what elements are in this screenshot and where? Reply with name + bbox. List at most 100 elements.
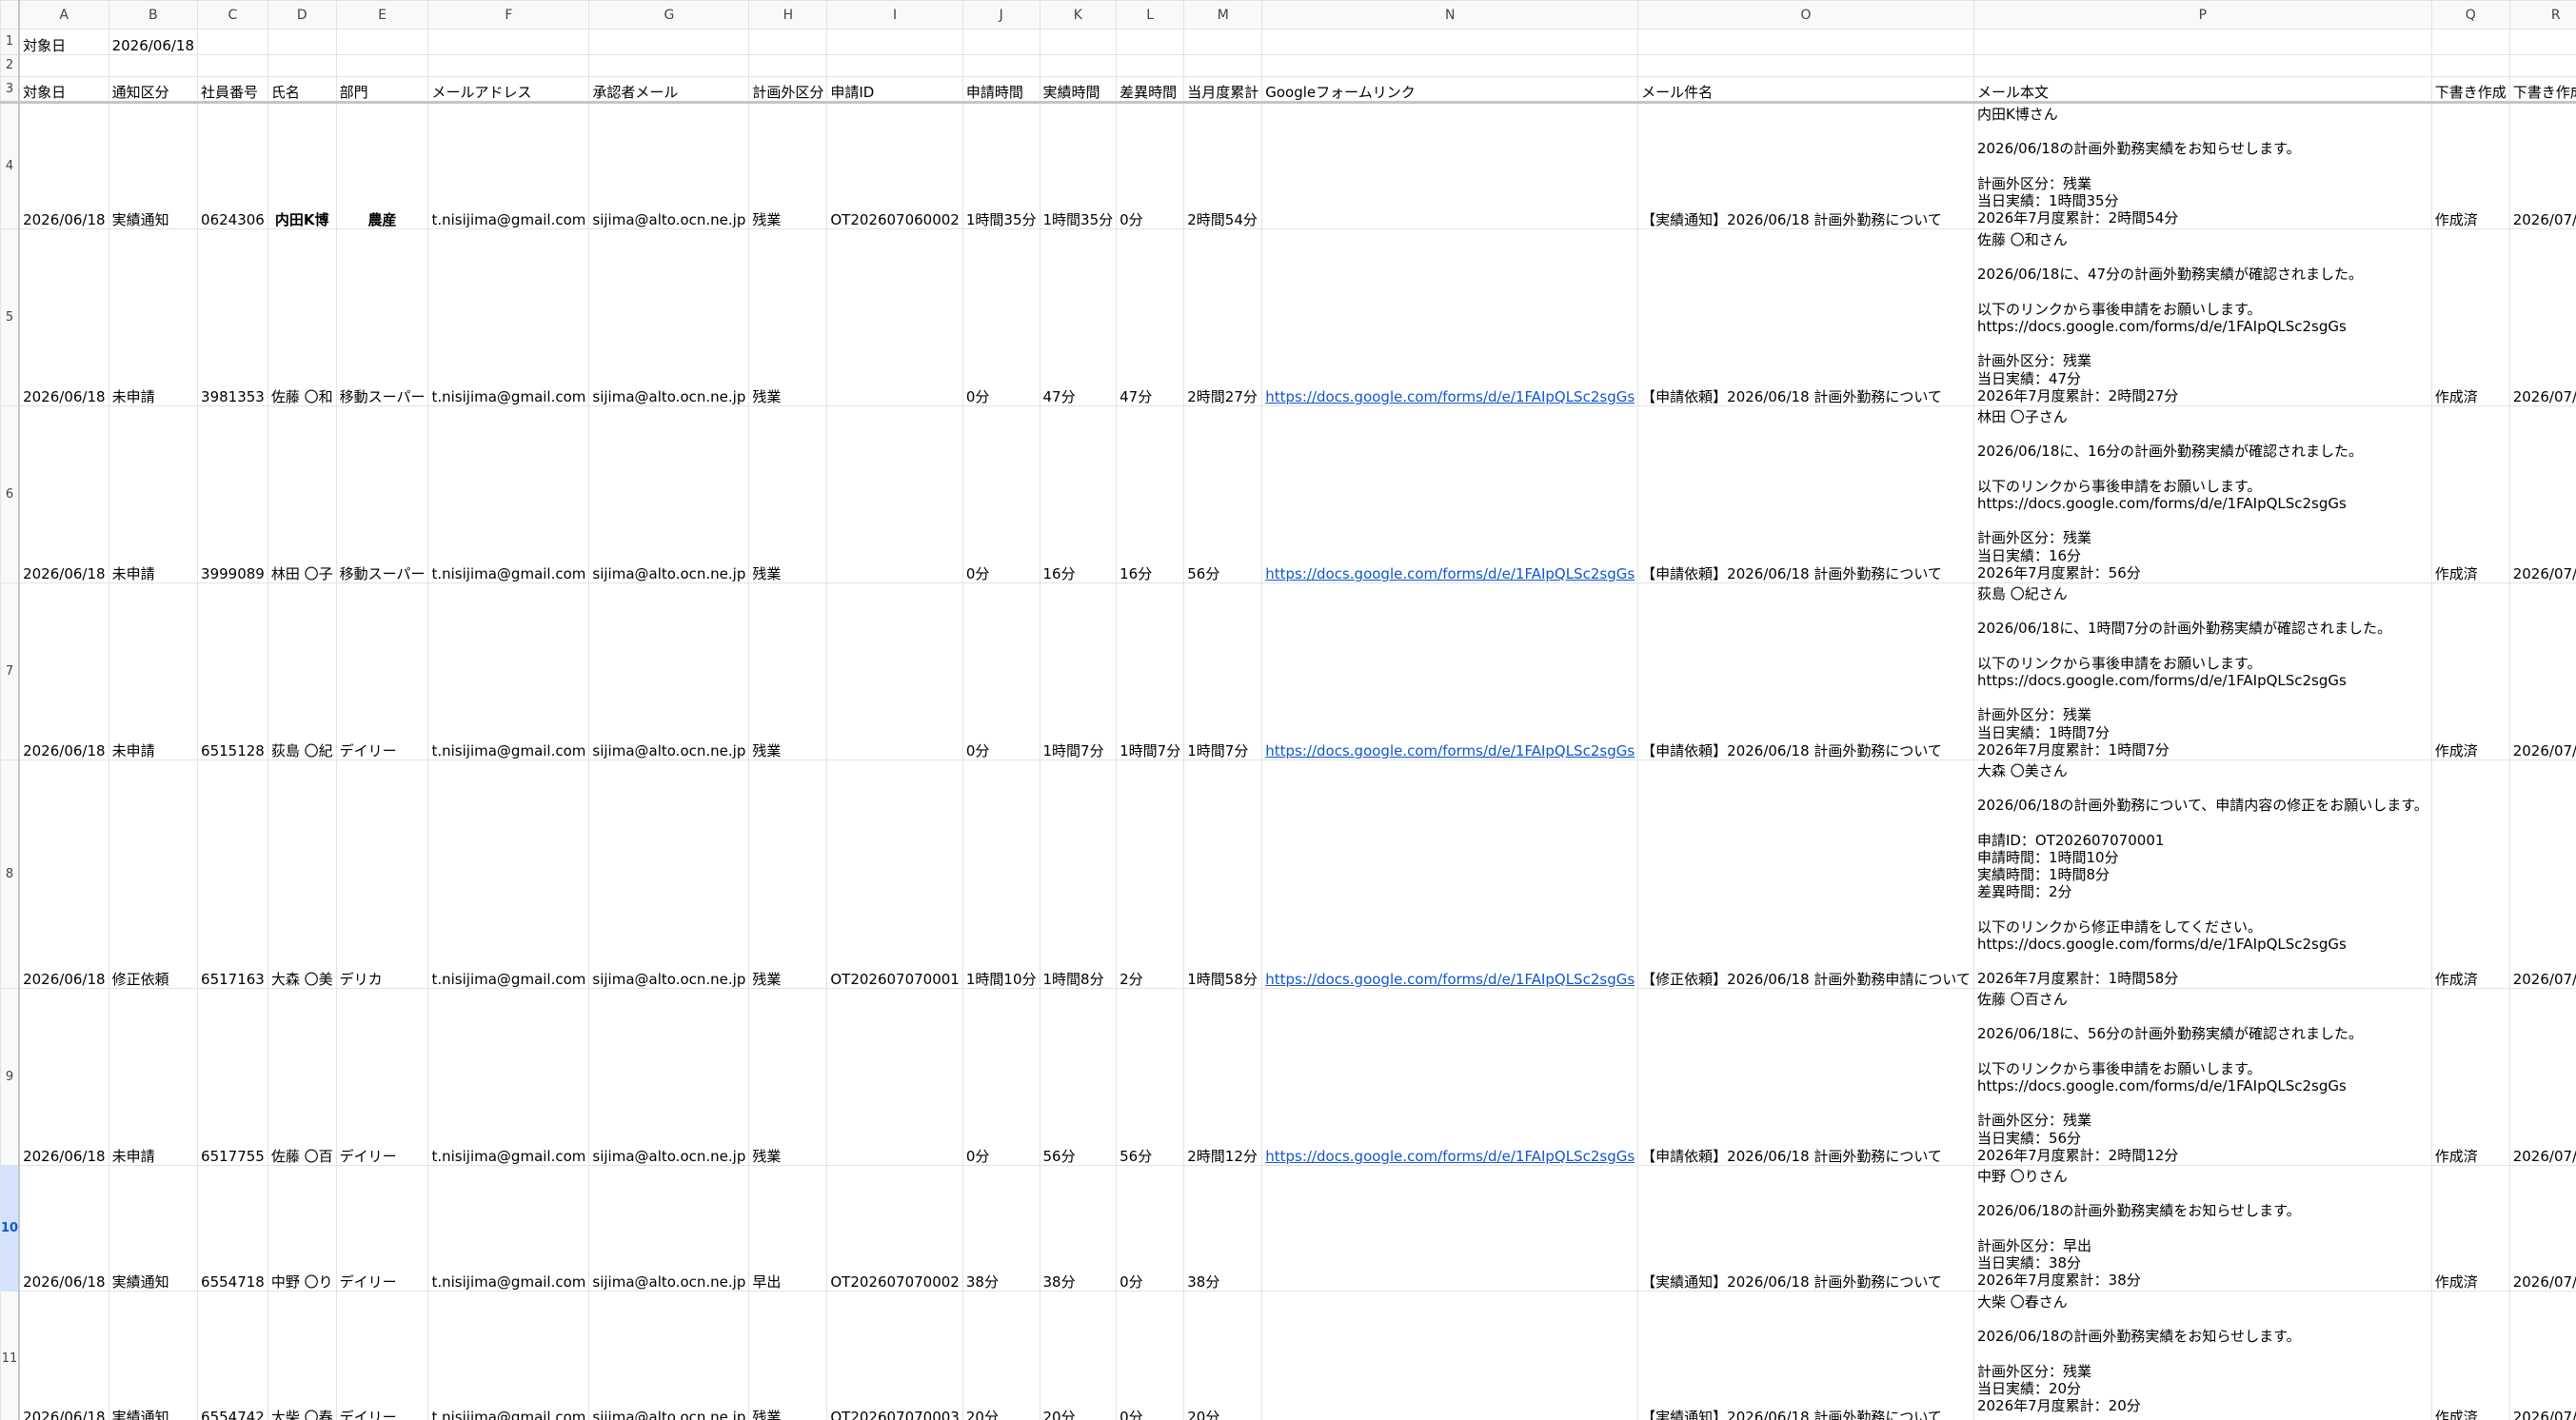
cell-c9[interactable]: 6517755 xyxy=(197,988,268,1166)
cell-b1[interactable]: 2026/06/18 xyxy=(108,29,199,55)
cell-i4[interactable]: OT202607060002 xyxy=(826,102,963,229)
cell-g6[interactable]: sijima@alto.ocn.ne.jp xyxy=(588,405,750,583)
cell-b10[interactable]: 実績通知 xyxy=(108,1165,199,1292)
cell-n7[interactable]: https://docs.google.com/forms/d/e/1FAIpQ… xyxy=(1261,582,1639,760)
cell-p8[interactable]: 大森 〇美さん 2026/06/18の計画外勤務について、申請内容の修正をお願い… xyxy=(1972,759,2432,989)
row-header-10[interactable]: 10 xyxy=(0,1165,21,1292)
cell-l11[interactable]: 0分 xyxy=(1116,1291,1185,1420)
column-header-p[interactable]: P xyxy=(1972,0,2432,30)
cell-n4[interactable] xyxy=(1261,102,1639,229)
cell-o8[interactable]: 【修正依頼】2026/06/18 計画外勤務申請について xyxy=(1637,759,1974,989)
column-header-g[interactable]: G xyxy=(588,0,750,30)
cell-j5[interactable]: 0分 xyxy=(961,228,1040,406)
empty-cell[interactable] xyxy=(588,29,750,55)
empty-cell[interactable] xyxy=(826,54,963,77)
cell-e7[interactable]: デイリー xyxy=(335,582,429,760)
cell-f8[interactable]: t.nisijima@gmail.com xyxy=(427,759,590,989)
cell-h10[interactable]: 早出 xyxy=(748,1165,828,1292)
cell-d10[interactable]: 中野 〇り xyxy=(267,1165,337,1292)
cell-i9[interactable] xyxy=(826,988,963,1166)
cell-p11[interactable]: 大柴 〇春さん 2026/06/18の計画外勤務実績をお知らせします。 計画外区… xyxy=(1972,1291,2432,1420)
empty-cell[interactable] xyxy=(1972,29,2432,55)
cell-r6[interactable]: 2026/07/08 xyxy=(2508,405,2576,583)
cell-o9[interactable]: 【申請依頼】2026/06/18 計画外勤務について xyxy=(1637,988,1974,1166)
cell-g4[interactable]: sijima@alto.ocn.ne.jp xyxy=(588,102,750,229)
cell-r7[interactable]: 2026/07/08 xyxy=(2508,582,2576,760)
empty-cell[interactable] xyxy=(2508,29,2576,55)
cell-h11[interactable]: 残業 xyxy=(748,1291,828,1420)
cell-e6[interactable]: 移動スーパー xyxy=(335,405,429,583)
cell-r9[interactable]: 2026/07/08 xyxy=(2508,988,2576,1166)
row-header-3[interactable]: 3 xyxy=(0,76,21,104)
header-cell-h[interactable]: 計画外区分 xyxy=(748,76,828,104)
column-header-a[interactable]: A xyxy=(18,0,109,30)
column-header-e[interactable]: E xyxy=(335,0,429,30)
cell-a11[interactable]: 2026/06/18 xyxy=(18,1291,109,1420)
empty-cell[interactable] xyxy=(267,29,337,55)
cell-a1[interactable]: 対象日 xyxy=(18,29,109,55)
empty-cell[interactable] xyxy=(1261,29,1639,55)
cell-c4[interactable]: 0624306 xyxy=(197,102,268,229)
empty-cell[interactable] xyxy=(1116,54,1185,77)
cell-a4[interactable]: 2026/06/18 xyxy=(18,102,109,229)
header-cell-b[interactable]: 通知区分 xyxy=(108,76,199,104)
cell-m7[interactable]: 1時間7分 xyxy=(1183,582,1263,760)
google-form-link[interactable]: https://docs.google.com/forms/d/e/1FAIpQ… xyxy=(1265,388,1635,405)
cell-m4[interactable]: 2時間54分 xyxy=(1183,102,1263,229)
empty-cell[interactable] xyxy=(1261,54,1639,77)
cell-c11[interactable]: 6554742 xyxy=(197,1291,268,1420)
header-cell-a[interactable]: 対象日 xyxy=(18,76,109,104)
cell-j6[interactable]: 0分 xyxy=(961,405,1040,583)
cell-a10[interactable]: 2026/06/18 xyxy=(18,1165,109,1292)
cell-q6[interactable]: 作成済 xyxy=(2430,405,2510,583)
cell-a8[interactable]: 2026/06/18 xyxy=(18,759,109,989)
empty-cell[interactable] xyxy=(108,54,199,77)
cell-o6[interactable]: 【申請依頼】2026/06/18 計画外勤務について xyxy=(1637,405,1974,583)
column-header-r[interactable]: R xyxy=(2508,0,2576,30)
empty-cell[interactable] xyxy=(748,54,828,77)
empty-cell[interactable] xyxy=(588,54,750,77)
cell-m11[interactable]: 20分 xyxy=(1183,1291,1263,1420)
cell-j11[interactable]: 20分 xyxy=(961,1291,1040,1420)
cell-a7[interactable]: 2026/06/18 xyxy=(18,582,109,760)
cell-b4[interactable]: 実績通知 xyxy=(108,102,199,229)
empty-cell[interactable] xyxy=(748,29,828,55)
header-cell-c[interactable]: 社員番号 xyxy=(197,76,268,104)
empty-cell[interactable] xyxy=(1183,29,1263,55)
row-header-6[interactable]: 6 xyxy=(0,405,21,583)
empty-cell[interactable] xyxy=(1039,54,1118,77)
cell-o5[interactable]: 【申請依頼】2026/06/18 計画外勤務について xyxy=(1637,228,1974,406)
column-header-f[interactable]: F xyxy=(427,0,590,30)
cell-p7[interactable]: 荻島 〇紀さん 2026/06/18に、1時間7分の計画外勤務実績が確認されまし… xyxy=(1972,582,2432,760)
empty-cell[interactable] xyxy=(197,54,268,77)
cell-q8[interactable]: 作成済 xyxy=(2430,759,2510,989)
spreadsheet[interactable]: ABCDEFGHIJKLMNOPQRSTUV1対象日2026/06/1823対象… xyxy=(0,0,2576,1420)
cell-i5[interactable] xyxy=(826,228,963,406)
header-cell-i[interactable]: 申請ID xyxy=(826,76,963,104)
cell-q11[interactable]: 作成済 xyxy=(2430,1291,2510,1420)
cell-q5[interactable]: 作成済 xyxy=(2430,228,2510,406)
cell-o11[interactable]: 【実績通知】2026/06/18 計画外勤務について xyxy=(1637,1291,1974,1420)
header-cell-j[interactable]: 申請時間 xyxy=(961,76,1040,104)
cell-p5[interactable]: 佐藤 〇和さん 2026/06/18に、47分の計画外勤務実績が確認されました。… xyxy=(1972,228,2432,406)
select-all-corner[interactable] xyxy=(0,0,21,30)
empty-cell[interactable] xyxy=(18,54,109,77)
column-header-d[interactable]: D xyxy=(267,0,337,30)
cell-m9[interactable]: 2時間12分 xyxy=(1183,988,1263,1166)
column-header-b[interactable]: B xyxy=(108,0,199,30)
empty-cell[interactable] xyxy=(427,54,590,77)
cell-p9[interactable]: 佐藤 〇百さん 2026/06/18に、56分の計画外勤務実績が確認されました。… xyxy=(1972,988,2432,1166)
cell-f7[interactable]: t.nisijima@gmail.com xyxy=(427,582,590,760)
cell-j8[interactable]: 1時間10分 xyxy=(961,759,1040,989)
cell-e5[interactable]: 移動スーパー xyxy=(335,228,429,406)
cell-d8[interactable]: 大森 〇美 xyxy=(267,759,337,989)
empty-cell[interactable] xyxy=(961,54,1040,77)
empty-cell[interactable] xyxy=(267,54,337,77)
cell-h7[interactable]: 残業 xyxy=(748,582,828,760)
cell-a5[interactable]: 2026/06/18 xyxy=(18,228,109,406)
cell-i7[interactable] xyxy=(826,582,963,760)
cell-n10[interactable] xyxy=(1261,1165,1639,1292)
cell-g9[interactable]: sijima@alto.ocn.ne.jp xyxy=(588,988,750,1166)
cell-o10[interactable]: 【実績通知】2026/06/18 計画外勤務について xyxy=(1637,1165,1974,1292)
spreadsheet-grid[interactable]: ABCDEFGHIJKLMNOPQRSTUV1対象日2026/06/1823対象… xyxy=(0,0,2576,1420)
